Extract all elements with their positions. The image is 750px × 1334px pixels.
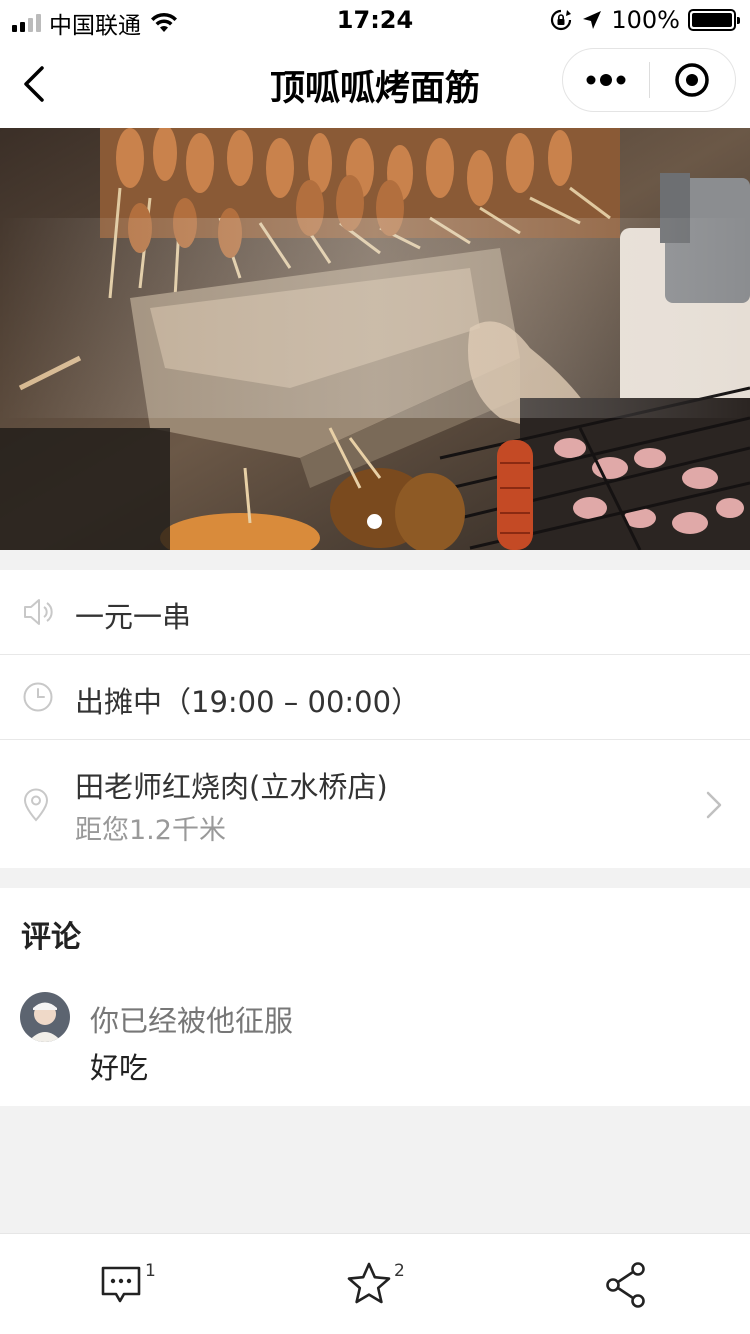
mini-program-capsule (562, 48, 736, 112)
share-button[interactable] (604, 1261, 648, 1311)
star-icon (347, 1262, 391, 1304)
comment-button[interactable]: 1 (99, 1261, 159, 1311)
page: 中国联通 17:24 100% 顶呱呱烤面筋 一元一串 出摊中（19:00 – … (0, 0, 750, 1334)
stall-info-card: 一元一串 出摊中（19:00 – 00:00） 田老师红烧肉(立水桥店) 距您1… (0, 570, 750, 868)
hours-row: 出摊中（19:00 – 00:00） (0, 655, 750, 740)
close-mini-program-button[interactable] (650, 48, 736, 112)
comment-icon (101, 1266, 141, 1303)
carousel-indicator-dot[interactable] (367, 514, 382, 529)
banner-photo (0, 128, 750, 550)
location-row[interactable]: 田老师红烧肉(立水桥店) 距您1.2千米 (0, 740, 750, 868)
hours-text: 出摊中（19:00 – 00:00） (75, 685, 421, 719)
comment-username: 你已经被他征服 (90, 1004, 294, 1038)
target-close-icon (675, 63, 709, 97)
rotation-lock-icon (551, 9, 572, 31)
speaker-icon (24, 599, 53, 625)
avatar[interactable] (20, 992, 70, 1042)
battery-icon (688, 9, 740, 31)
distance-text: 距您1.2千米 (75, 815, 226, 846)
bottom-action-bar: 1 2 (0, 1233, 750, 1334)
location-name: 田老师红烧肉(立水桥店) (75, 770, 388, 804)
battery-percent: 100% (611, 6, 680, 34)
share-icon (606, 1262, 645, 1308)
comment-count: 1 (145, 1261, 156, 1281)
nav-bar: 顶呱呱烤面筋 (0, 40, 750, 128)
chevron-right-icon (706, 791, 722, 819)
battery-level (692, 13, 732, 27)
status-right: 100% (549, 6, 740, 34)
clock-icon (23, 682, 53, 712)
comment-text: 好吃 (90, 1051, 149, 1085)
back-icon[interactable] (18, 62, 54, 106)
more-icon (586, 74, 626, 86)
favorite-button[interactable]: 2 (346, 1261, 410, 1311)
notice-text: 一元一串 (75, 600, 192, 634)
avatar-image (20, 992, 70, 1042)
favorite-count: 2 (394, 1261, 405, 1281)
location-arrow-icon (583, 11, 602, 29)
comments-title: 评论 (21, 920, 81, 955)
status-bar: 中国联通 17:24 100% (0, 0, 750, 40)
comments-section: 评论 你已经被他征服 好吃 (0, 888, 750, 1106)
notice-row: 一元一串 (0, 570, 750, 655)
photo-banner[interactable] (0, 128, 750, 550)
more-button[interactable] (563, 48, 649, 112)
location-pin-icon (23, 788, 49, 822)
